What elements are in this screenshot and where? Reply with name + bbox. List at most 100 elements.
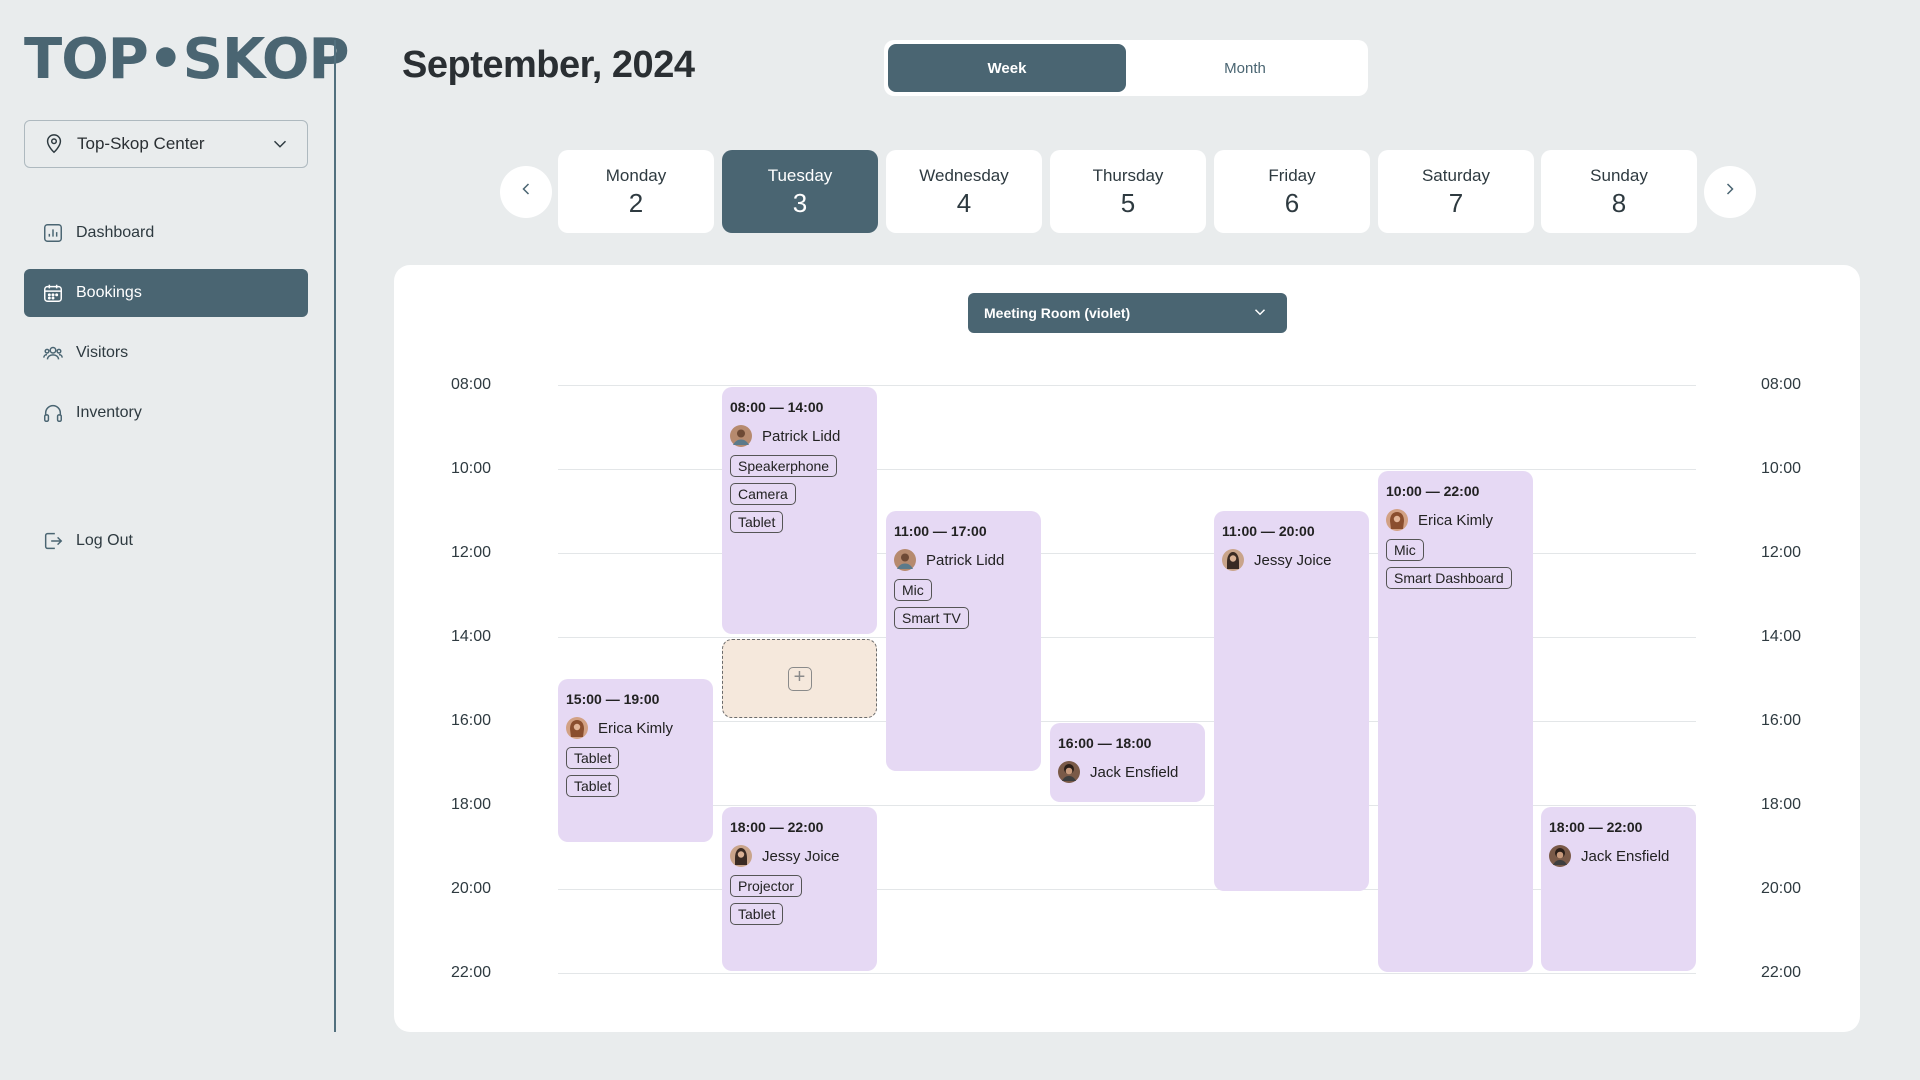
time-label: 10:00 bbox=[451, 460, 492, 477]
time-label: 08:00 bbox=[1761, 376, 1802, 393]
day-number: 6 bbox=[1284, 188, 1300, 218]
event-person: Patrick Lidd bbox=[894, 549, 1033, 571]
avatar bbox=[730, 845, 752, 867]
event-person-name: Patrick Lidd bbox=[926, 551, 1005, 569]
time-label: 22:00 bbox=[1761, 964, 1802, 981]
equipment-tag: Speakerphone bbox=[730, 455, 838, 477]
time-label: 08:00 bbox=[451, 376, 492, 393]
day-saturday[interactable]: Saturday 7 bbox=[1378, 150, 1534, 233]
day-name: Sunday bbox=[1590, 166, 1648, 185]
sidebar-item-label: Log Out bbox=[76, 532, 133, 549]
sidebar-item-bookings[interactable]: Bookings bbox=[24, 269, 308, 317]
equipment-tag: Mic bbox=[894, 579, 932, 601]
sidebar-item-visitors[interactable]: Visitors bbox=[24, 329, 308, 377]
equipment-tag: Smart TV bbox=[894, 607, 969, 629]
time-label: 14:00 bbox=[451, 628, 492, 645]
calendar-icon bbox=[42, 282, 64, 304]
plus-icon: + bbox=[787, 666, 812, 691]
event-person-name: Erica Kimly bbox=[598, 719, 674, 737]
booking-event[interactable]: 15:00 — 19:00 Erica Kimly Tablet Tablet bbox=[558, 679, 713, 842]
sidebar-item-inventory[interactable]: Inventory bbox=[24, 389, 308, 437]
sidebar-item-label: Visitors bbox=[76, 344, 129, 361]
time-label: 20:00 bbox=[451, 880, 492, 897]
event-person-name: Erica Kimly bbox=[1418, 511, 1494, 529]
grid-line bbox=[558, 385, 1696, 386]
equipment-tag: Tablet bbox=[730, 903, 784, 925]
room-select-value: Meeting Room (violet) bbox=[984, 305, 1131, 321]
add-booking-slot[interactable]: + bbox=[722, 639, 877, 718]
booking-event[interactable]: 11:00 — 17:00 Patrick Lidd Mic Smart TV bbox=[886, 511, 1041, 771]
time-label: 18:00 bbox=[451, 796, 492, 813]
day-name: Tuesday bbox=[767, 166, 833, 185]
event-time: 10:00 — 22:00 bbox=[1386, 483, 1480, 499]
avatar bbox=[1058, 761, 1080, 783]
event-person: Jessy Joice bbox=[1222, 549, 1361, 571]
day-name: Friday bbox=[1268, 166, 1316, 185]
time-label: 10:00 bbox=[1761, 460, 1802, 477]
avatar bbox=[566, 717, 588, 739]
event-person-name: Jessy Joice bbox=[762, 847, 840, 865]
event-person: Erica Kimly bbox=[1386, 509, 1525, 531]
next-week-button[interactable] bbox=[1704, 166, 1756, 218]
time-label: 12:00 bbox=[1761, 544, 1802, 561]
chevron-down-icon bbox=[269, 133, 291, 155]
day-tuesday[interactable]: Tuesday 3 bbox=[722, 150, 878, 233]
tab-month[interactable]: Month bbox=[1126, 44, 1364, 92]
event-person: Jack Ensfield bbox=[1058, 761, 1197, 783]
equipment-tag: Mic bbox=[1386, 539, 1424, 561]
booking-event[interactable]: 08:00 — 14:00 Patrick Lidd Speakerphone … bbox=[722, 387, 877, 634]
event-time: 11:00 — 17:00 bbox=[894, 523, 987, 539]
event-time: 08:00 — 14:00 bbox=[730, 399, 824, 415]
day-number: 2 bbox=[628, 188, 644, 218]
equipment-tag: Camera bbox=[730, 483, 796, 505]
chevron-down-icon bbox=[1251, 303, 1269, 324]
prev-week-button[interactable] bbox=[500, 166, 552, 218]
day-name: Saturday bbox=[1421, 166, 1491, 185]
booking-event[interactable]: 11:00 — 20:00 Jessy Joice bbox=[1214, 511, 1369, 891]
day-name: Thursday bbox=[1092, 166, 1164, 185]
time-label: 16:00 bbox=[1761, 712, 1802, 729]
chevron-right-icon bbox=[1720, 179, 1740, 205]
logo: TOP•SKOP bbox=[24, 27, 349, 92]
day-number: 4 bbox=[956, 188, 972, 218]
avatar bbox=[730, 425, 752, 447]
booking-event[interactable]: 10:00 — 22:00 Erica Kimly Mic Smart Dash… bbox=[1378, 471, 1533, 972]
day-monday[interactable]: Monday 2 bbox=[558, 150, 714, 233]
day-wednesday[interactable]: Wednesday 4 bbox=[886, 150, 1042, 233]
day-friday[interactable]: Friday 6 bbox=[1214, 150, 1370, 233]
pin-icon bbox=[43, 133, 65, 155]
time-label: 18:00 bbox=[1761, 796, 1802, 813]
day-number: 5 bbox=[1120, 188, 1136, 218]
avatar bbox=[1386, 509, 1408, 531]
booking-event[interactable]: 18:00 — 22:00 Jack Ensfield bbox=[1541, 807, 1696, 971]
chevron-left-icon bbox=[516, 179, 536, 205]
time-label: 16:00 bbox=[451, 712, 492, 729]
booking-event[interactable]: 16:00 — 18:00 Jack Ensfield bbox=[1050, 723, 1205, 802]
tab-week[interactable]: Week bbox=[888, 44, 1126, 92]
time-label: 22:00 bbox=[451, 964, 492, 981]
headphones-icon bbox=[42, 402, 64, 424]
event-person: Jack Ensfield bbox=[1549, 845, 1688, 867]
avatar bbox=[1549, 845, 1571, 867]
event-person: Patrick Lidd bbox=[730, 425, 869, 447]
day-name: Wednesday bbox=[919, 166, 1009, 185]
equipment-tag: Tablet bbox=[566, 747, 620, 769]
day-sunday[interactable]: Sunday 8 bbox=[1541, 150, 1697, 233]
day-thursday[interactable]: Thursday 5 bbox=[1050, 150, 1206, 233]
sidebar-item-label: Dashboard bbox=[76, 224, 155, 241]
equipment-tag: Smart Dashboard bbox=[1386, 567, 1512, 589]
sidebar-item-dashboard[interactable]: Dashboard bbox=[24, 209, 308, 257]
equipment-tag: Projector bbox=[730, 875, 803, 897]
event-person: Jessy Joice bbox=[730, 845, 869, 867]
event-time: 18:00 — 22:00 bbox=[1549, 819, 1643, 835]
day-number: 8 bbox=[1611, 188, 1627, 218]
location-select[interactable]: Top-Skop Center bbox=[24, 120, 308, 168]
day-name: Monday bbox=[605, 166, 667, 185]
booking-event[interactable]: 18:00 — 22:00 Jessy Joice Projector Tabl… bbox=[722, 807, 877, 971]
room-select[interactable]: Meeting Room (violet) bbox=[968, 293, 1287, 333]
sidebar-item-logout[interactable]: Log Out bbox=[24, 517, 308, 565]
event-person-name: Jessy Joice bbox=[1254, 551, 1332, 569]
event-time: 16:00 — 18:00 bbox=[1058, 735, 1152, 751]
event-person-name: Jack Ensfield bbox=[1581, 847, 1670, 865]
event-time: 18:00 — 22:00 bbox=[730, 819, 824, 835]
